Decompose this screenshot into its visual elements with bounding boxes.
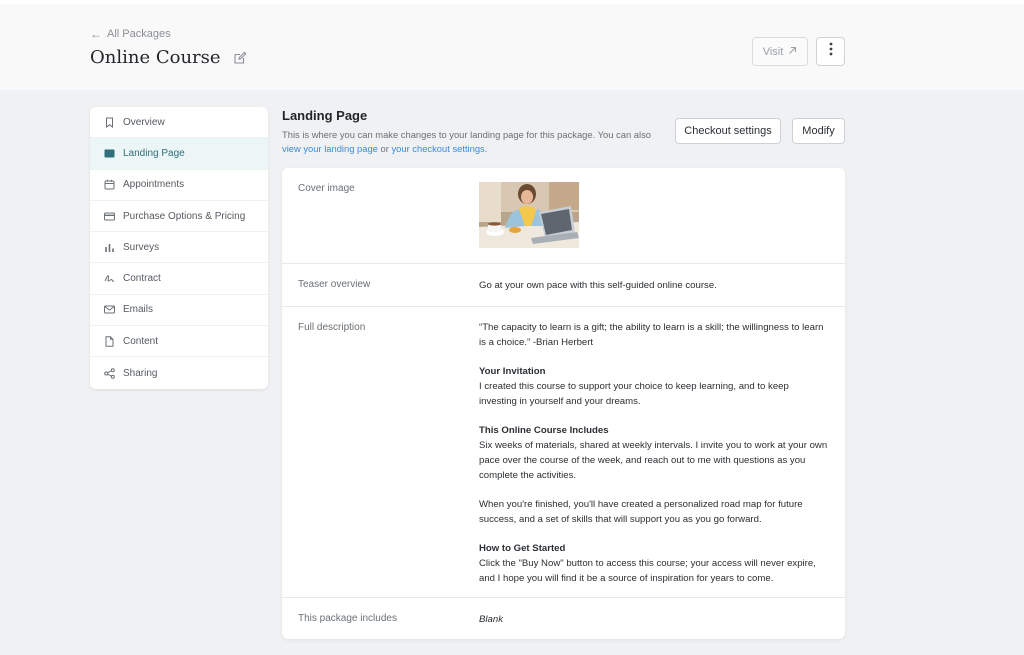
modify-button[interactable]: Modify <box>792 118 845 144</box>
signature-icon <box>104 273 115 284</box>
package-includes-label: This package includes <box>298 613 397 624</box>
sidebar-item-contract[interactable]: Contract <box>90 263 268 295</box>
landing-page-details-card: Cover image Teaser overview Go at your o… <box>282 168 845 639</box>
description-section: This Online Course Includes Six weeks of… <box>479 423 829 483</box>
sidebar-item-label: Emails <box>123 304 154 316</box>
page-title: Online Course <box>90 47 221 68</box>
sidebar-item-appointments[interactable]: Appointments <box>90 170 268 201</box>
visit-button[interactable]: Visit <box>752 37 808 66</box>
visit-button-label: Visit <box>762 45 784 58</box>
credit-card-icon <box>104 211 115 222</box>
view-landing-page-link[interactable]: view your landing page <box>282 143 378 154</box>
title-row: Online Course <box>90 47 247 68</box>
checkout-settings-button[interactable]: Checkout settings <box>675 118 781 144</box>
sidebar-item-label: Appointments <box>123 179 185 191</box>
section-description-text: This is where you can make changes to yo… <box>282 129 651 140</box>
sidebar-item-label: Purchase Options & Pricing <box>123 210 246 222</box>
description-section: How to Get Started Click the "Buy Now" b… <box>479 541 829 586</box>
edit-icon[interactable] <box>233 51 247 65</box>
full-description-value: “The capacity to learn is a gift; the ab… <box>479 320 829 600</box>
package-sidebar: Overview Landing Page Appointments Purch… <box>90 107 268 389</box>
description-heading: Your Invitation <box>479 366 546 377</box>
sidebar-item-label: Content <box>123 335 159 347</box>
external-link-icon <box>788 46 797 58</box>
sidebar-item-content[interactable]: Content <box>90 326 268 358</box>
description-heading: This Online Course Includes <box>479 425 609 436</box>
sidebar-item-landing-page[interactable]: Landing Page <box>90 138 268 170</box>
sidebar-item-label: Sharing <box>123 367 158 379</box>
section-title: Landing Page <box>282 108 368 123</box>
sidebar-item-surveys[interactable]: Surveys <box>90 232 268 264</box>
description-paragraph: Click the "Buy Now" button to access thi… <box>479 558 816 584</box>
section-description: This is where you can make changes to yo… <box>282 128 662 156</box>
vertical-dots-icon <box>829 42 833 61</box>
back-to-packages-link[interactable]: ← All Packages <box>90 28 171 40</box>
full-description-row: Full description “The capacity to learn … <box>282 307 845 598</box>
teaser-overview-row: Teaser overview Go at your own pace with… <box>282 264 845 307</box>
teaser-overview-value: Go at your own pace with this self-guide… <box>479 280 717 291</box>
checkout-settings-link[interactable]: your checkout settings. <box>391 143 487 154</box>
landing-page-icon <box>104 148 115 159</box>
cover-image-label: Cover image <box>298 183 355 194</box>
envelope-icon <box>104 304 115 315</box>
sidebar-item-sharing[interactable]: Sharing <box>90 357 268 388</box>
sidebar-item-label: Surveys <box>123 241 160 253</box>
sidebar-item-emails[interactable]: Emails <box>90 295 268 327</box>
package-includes-value: Blank <box>479 614 503 625</box>
calendar-icon <box>104 179 115 190</box>
description-paragraph: Six weeks of materials, shared at weekly… <box>479 440 828 481</box>
page-header: ← All Packages Online Course Visit <box>0 0 1024 90</box>
package-includes-row: This package includes Blank <box>282 598 845 639</box>
sidebar-item-purchase-options[interactable]: Purchase Options & Pricing <box>90 201 268 233</box>
sidebar-item-label: Landing Page <box>123 147 185 159</box>
description-paragraph: When you're finished, you'll have create… <box>479 499 803 525</box>
arrow-left-icon: ← <box>90 27 102 41</box>
cover-image-row: Cover image <box>282 168 845 264</box>
more-options-button[interactable] <box>816 37 845 66</box>
sidebar-item-label: Contract <box>123 273 161 285</box>
description-quote: “The capacity to learn is a gift; the ab… <box>479 322 824 348</box>
or-text: or <box>380 143 389 154</box>
description-section: Your Invitation I created this course to… <box>479 364 829 409</box>
file-icon <box>104 336 115 347</box>
share-icon <box>104 367 115 379</box>
sidebar-item-label: Overview <box>123 116 165 128</box>
bar-chart-icon <box>104 242 115 253</box>
teaser-overview-label: Teaser overview <box>298 279 371 290</box>
description-heading: How to Get Started <box>479 543 566 554</box>
sidebar-item-overview[interactable]: Overview <box>90 107 268 139</box>
full-description-label: Full description <box>298 322 366 333</box>
description-paragraph: I created this course to support your ch… <box>479 381 789 407</box>
bookmark-icon <box>104 117 115 128</box>
cover-image <box>479 182 579 248</box>
back-link-label: All Packages <box>107 28 171 40</box>
